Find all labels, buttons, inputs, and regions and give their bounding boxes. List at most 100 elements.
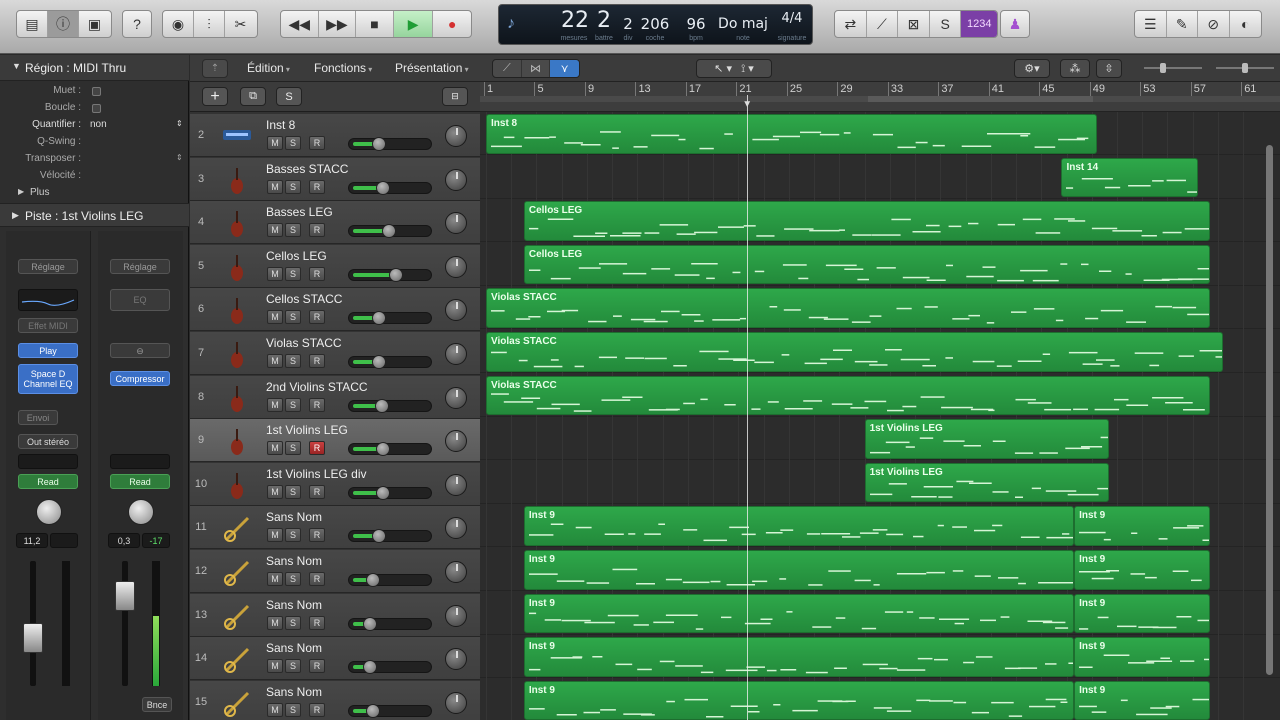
link-icon[interactable]: ⊖ (110, 343, 170, 358)
mute-button[interactable]: M (267, 310, 283, 325)
midi-region[interactable]: Inst 14 (1061, 157, 1198, 198)
horizontal-zoom-slider[interactable] (1208, 63, 1278, 73)
volume-slider[interactable] (348, 703, 432, 718)
pan-knob[interactable] (445, 343, 467, 365)
replace-icon[interactable]: ⇄ (835, 11, 867, 37)
stop-icon[interactable]: ■ (356, 11, 394, 37)
automation-mode[interactable]: Read (110, 474, 170, 489)
track-header-row[interactable]: 11 Sans Nom M S R (190, 506, 480, 550)
folder-add-icon[interactable]: ⧉ (240, 87, 266, 106)
playhead-handle-icon[interactable]: ▼ (742, 99, 752, 110)
track-header-row[interactable]: 15 Sans Nom M S R (190, 680, 480, 720)
send-slot[interactable]: Envoi (18, 410, 58, 425)
volume-knob[interactable] (376, 180, 391, 195)
volume-knob[interactable] (376, 442, 391, 457)
volume-knob[interactable] (372, 529, 387, 544)
smart-controls-icon[interactable]: ◉ (163, 11, 194, 37)
group-slot[interactable] (18, 454, 78, 469)
loop-checkbox[interactable] (92, 104, 101, 113)
play-icon[interactable]: ▶ (393, 11, 434, 37)
midi-region[interactable]: Cellos LEG (523, 244, 1211, 285)
record-enable-button[interactable]: R (309, 528, 325, 543)
volume-slider[interactable] (348, 224, 432, 239)
volume-slider[interactable] (348, 267, 432, 282)
vertical-zoom-slider[interactable] (1136, 63, 1206, 73)
track-header-row[interactable]: 7 Violas STACC M S R (190, 332, 480, 375)
track-header[interactable]: ▶ Piste : 1st Violins LEG (0, 203, 189, 227)
mute-button[interactable]: M (267, 397, 283, 412)
volume-slider[interactable] (348, 355, 432, 369)
solo-button[interactable]: S (285, 136, 301, 150)
volume-slider[interactable] (348, 660, 432, 675)
track-header-row[interactable]: 8 2nd Violins STACC M S R (190, 375, 480, 419)
volume-knob[interactable] (372, 311, 387, 326)
playhead[interactable] (747, 95, 749, 720)
record-enable-button[interactable]: R (309, 484, 325, 499)
volume-knob[interactable] (374, 398, 389, 413)
track-header-row[interactable]: 13 Sans Nom M S R (190, 593, 480, 637)
track-name[interactable]: 1st Violins LEG div (266, 467, 367, 481)
flex-icon[interactable]: ⋈ (522, 60, 551, 77)
mute-button[interactable]: M (267, 441, 283, 456)
track-header-row[interactable]: 5 Cellos LEG M S R (190, 244, 480, 288)
bounce-button[interactable]: Bnce (142, 697, 172, 712)
volume-knob[interactable] (366, 703, 381, 718)
group-slot[interactable] (110, 454, 170, 469)
track-name[interactable]: Cellos STACC (266, 292, 342, 306)
automation-mode[interactable]: Read (18, 474, 78, 489)
record-enable-button[interactable]: R (309, 136, 325, 150)
solo-button[interactable]: S (285, 528, 301, 543)
list-editor-icon[interactable]: ☰ (1135, 11, 1167, 37)
record-enable-button[interactable]: R (309, 441, 325, 456)
track-name[interactable]: Violas STACC (266, 336, 342, 350)
edit-menu[interactable]: Édition (247, 61, 290, 75)
pan-knob[interactable] (445, 125, 467, 147)
midi-region[interactable]: Inst 8 (486, 114, 1097, 154)
midi-region[interactable]: Inst 9 (1074, 506, 1211, 546)
solo-button[interactable]: S (285, 223, 301, 238)
volume-knob[interactable] (376, 485, 391, 500)
stepper-icon[interactable]: ⇕ (176, 119, 183, 128)
forward-icon[interactable]: ▶▶ (319, 11, 357, 37)
pan-knob[interactable] (445, 473, 467, 496)
mute-button[interactable]: M (267, 266, 283, 281)
track-header-row[interactable]: 10 1st Violins LEG div M S R (190, 462, 480, 506)
track-name[interactable]: 1st Violins LEG (266, 423, 348, 437)
global-solo-icon[interactable]: S (276, 87, 302, 106)
track-name[interactable]: Basses LEG (266, 205, 333, 219)
pan-knob[interactable] (445, 255, 467, 278)
editors-icon[interactable]: ✂ (225, 11, 256, 37)
solo-button[interactable]: S (285, 572, 301, 586)
record-enable-button[interactable]: R (309, 615, 325, 630)
toolbar-icon[interactable]: ▣ (79, 11, 110, 37)
bar-ruler[interactable]: 1 5 9 13 17 21 25 29 33 37 41 45 49 53 57 61 (480, 82, 1280, 112)
track-name[interactable]: Inst 8 (266, 118, 295, 132)
pan-knob[interactable] (36, 499, 62, 525)
record-enable-button[interactable]: R (309, 266, 325, 281)
browser-icon[interactable]: ◐ (1230, 11, 1261, 37)
mute-button[interactable]: M (267, 179, 283, 194)
record-enable-button[interactable]: R (309, 179, 325, 194)
setting-button[interactable]: Réglage (18, 259, 78, 274)
midi-fx-slot[interactable]: Effet MIDI (18, 318, 78, 333)
count-in-button[interactable]: 1234 (961, 11, 997, 37)
track-name[interactable]: Cellos LEG (266, 249, 327, 263)
midi-region[interactable]: Cellos LEG (523, 201, 1211, 241)
midi-region[interactable]: Violas STACC (486, 375, 1211, 416)
record-enable-button[interactable]: R (309, 659, 325, 674)
pan-knob[interactable] (445, 561, 467, 583)
solo-button[interactable]: S (285, 179, 301, 194)
volume-knob[interactable] (363, 660, 378, 675)
midi-region[interactable]: Violas STACC (486, 288, 1211, 328)
volume-slider[interactable] (348, 573, 432, 587)
add-track-icon[interactable]: + (202, 87, 228, 106)
volume-slider[interactable] (348, 137, 432, 151)
stepper-icon[interactable]: ⇕ (176, 153, 183, 162)
track-header-row[interactable]: 4 Basses LEG M S R (190, 201, 480, 245)
volume-fader[interactable] (23, 623, 43, 653)
view-menu[interactable]: Présentation (395, 61, 469, 75)
collapse-icon[interactable]: ⊟ (442, 87, 468, 106)
pan-knob[interactable] (445, 212, 467, 235)
track-name[interactable]: Basses STACC (266, 162, 348, 176)
track-name[interactable]: 2nd Violins STACC (266, 380, 368, 394)
